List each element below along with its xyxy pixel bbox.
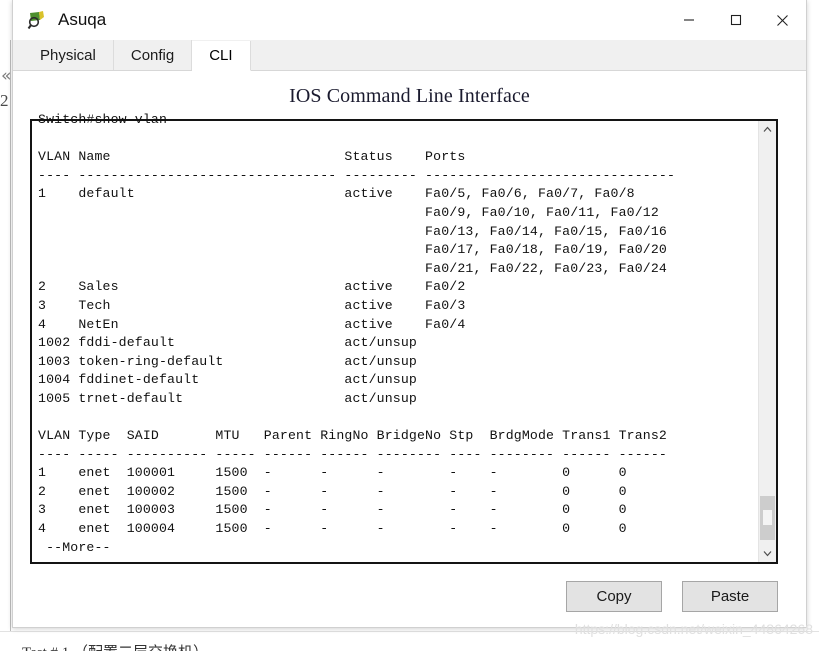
maximize-button[interactable]: [712, 0, 759, 40]
copy-button[interactable]: Copy: [566, 581, 662, 612]
collapse-chevron-icon[interactable]: «: [1, 68, 11, 85]
backdrop-divider: [0, 631, 819, 632]
backdrop-ghost-text: Test # 1 （配置二层交换机）: [22, 641, 208, 651]
action-button-row: Copy Paste: [13, 564, 806, 612]
minimize-button[interactable]: [665, 0, 712, 40]
packet-tracer-icon: [27, 9, 49, 31]
scrollbar-thumb[interactable]: [760, 496, 775, 540]
scroll-down-arrow-icon[interactable]: [759, 545, 776, 562]
window-controls: [665, 0, 806, 40]
scroll-up-arrow-icon[interactable]: [759, 121, 776, 138]
cli-output-text[interactable]: Switch#show vlan VLAN Name Status Ports …: [32, 111, 758, 562]
tab-config[interactable]: Config: [113, 40, 193, 70]
window-titlebar: Asuqa: [13, 0, 806, 40]
close-button[interactable]: [759, 0, 806, 40]
backdrop-numeral: 2: [0, 91, 9, 110]
tab-strip: Physical Config CLI: [13, 40, 806, 71]
tab-physical[interactable]: Physical: [23, 40, 114, 70]
paste-button[interactable]: Paste: [682, 581, 778, 612]
device-dialog-window: Asuqa Physical Config CLI IOS Command Li…: [12, 0, 807, 628]
tab-cli[interactable]: CLI: [192, 41, 251, 71]
backdrop-left-edge: [10, 40, 11, 632]
cli-terminal[interactable]: Switch#show vlan VLAN Name Status Ports …: [30, 112, 778, 564]
window-title: Asuqa: [58, 10, 107, 29]
cli-scrollbar[interactable]: [758, 121, 776, 562]
